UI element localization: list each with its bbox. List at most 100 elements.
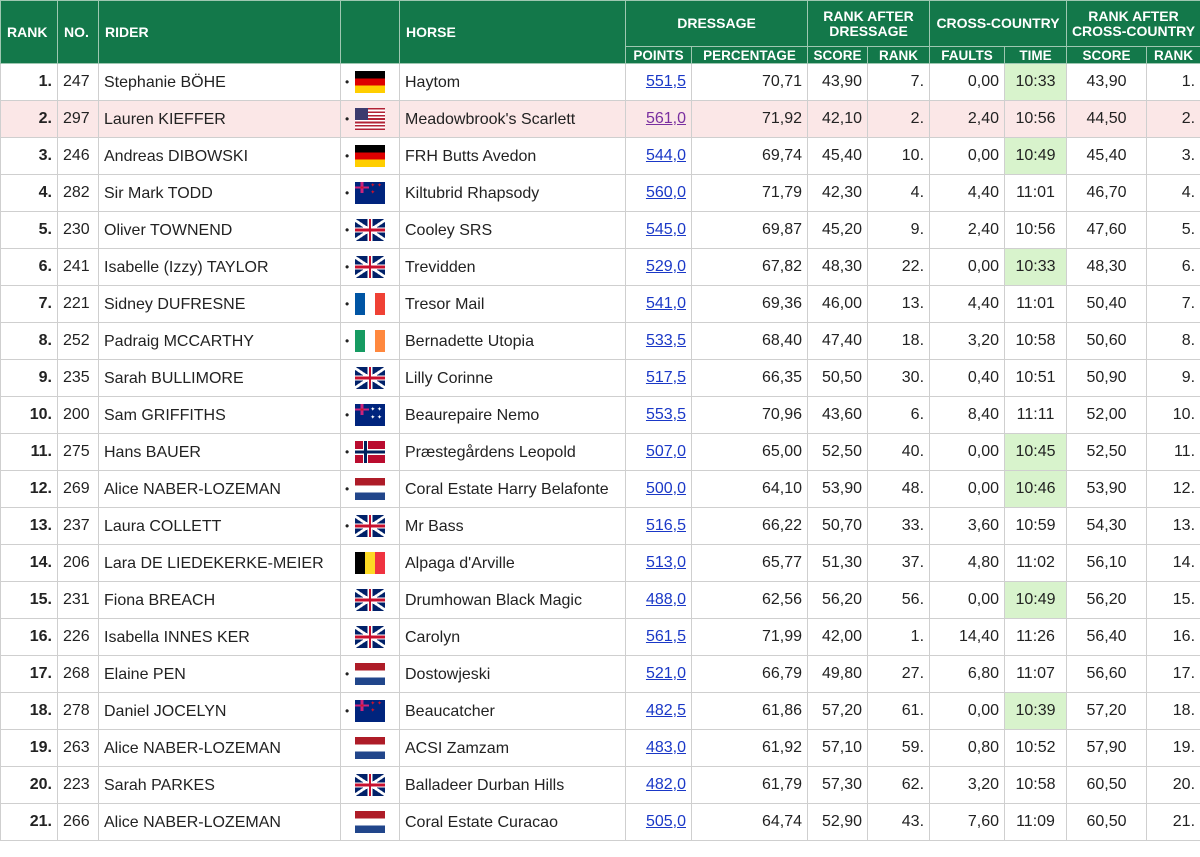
- horse-name-cell: Bernadette Utopia: [399, 322, 626, 360]
- table-row[interactable]: 5. 230 Oliver TOWNEND • Cooley SRS 545,0 69,87…: [0, 211, 1200, 249]
- rider-name-cell: Padraig MCCARTHY: [98, 322, 341, 360]
- table-row[interactable]: 4.282Sir Mark TODD•Kiltubrid Rhapsody560…: [0, 174, 1200, 212]
- dressage-points-link[interactable]: 560,0: [646, 184, 686, 201]
- xc-time-cell: 10:56: [1004, 211, 1068, 249]
- dressage-points-cell: 560,0: [625, 174, 692, 212]
- dressage-points-cell: 513,0: [625, 544, 692, 582]
- xc-rank-cell: 12.: [1146, 470, 1200, 508]
- dressage-points-link[interactable]: 500,0: [646, 480, 686, 497]
- xc-time-cell: 10:58: [1004, 766, 1068, 804]
- header-cross-country: CROSS-COUNTRY: [929, 0, 1068, 47]
- nation-cell: •: [340, 322, 400, 360]
- table-row[interactable]: 7. 221 Sidney DUFRESNE • Tresor Mail 541,0 69,…: [0, 285, 1200, 323]
- dressage-points-link[interactable]: 517,5: [646, 369, 686, 386]
- table-row[interactable]: 10.200Sam GRIFFITHS•Beaurepaire Nemo553,…: [0, 396, 1200, 434]
- table-row[interactable]: 8. 252 Padraig MCCARTHY • Bernadette Utopia 5…: [0, 322, 1200, 360]
- table-row[interactable]: 18.278Daniel JOCELYN•Beaucatcher482,561,…: [0, 692, 1200, 730]
- dressage-points-link[interactable]: 561,0: [646, 110, 686, 127]
- dressage-points-link[interactable]: 551,5: [646, 73, 686, 90]
- dressage-points-link[interactable]: 482,5: [646, 702, 686, 719]
- table-row[interactable]: 17. 268 Elaine PEN • Dostowjeski 521,0 66,79 49…: [0, 655, 1200, 693]
- xc-rank-cell: 5.: [1146, 211, 1200, 249]
- dressage-points-link[interactable]: 553,5: [646, 406, 686, 423]
- flag-nzl-icon: [355, 182, 385, 204]
- flag-gbr-icon: [355, 367, 385, 389]
- table-row[interactable]: 15. 231 Fiona BREACH Drumhowan Black Magic 4…: [0, 581, 1200, 619]
- xc-score-cell: 48,30: [1066, 248, 1148, 286]
- dressage-points-link[interactable]: 529,0: [646, 258, 686, 275]
- xc-faults-cell: 3,20: [929, 766, 1006, 804]
- dressage-rank-cell: 18.: [867, 322, 931, 360]
- xc-score-cell: 47,60: [1066, 211, 1148, 249]
- nation-cell: [340, 618, 400, 656]
- dressage-points-cell: 561,0: [625, 100, 692, 138]
- dressage-rank-cell: 2.: [867, 100, 931, 138]
- dressage-score-cell: 46,00: [807, 285, 869, 323]
- dressage-percentage-cell: 66,35: [690, 359, 809, 397]
- table-row[interactable]: 16. 226 Isabella INNES KER Carolyn 561,5 71,9…: [0, 618, 1200, 656]
- table-row[interactable]: 13. 237 Laura COLLETT • Mr Bass 516,5 66,22 50,…: [0, 507, 1200, 545]
- xc-faults-cell: 0,80: [929, 729, 1006, 767]
- table-row[interactable]: 3. 246 Andreas DIBOWSKI • FRH Butts Avedon 54…: [0, 137, 1200, 175]
- horse-name-cell: Drumhowan Black Magic: [399, 581, 626, 619]
- dressage-percentage-cell: 71,92: [690, 100, 809, 138]
- dressage-points-link[interactable]: 516,5: [646, 517, 686, 534]
- table-row[interactable]: 19. 263 Alice NABER-LOZEMAN ACSI Zamzam 483,…: [0, 729, 1200, 767]
- xc-time-cell: 10:33: [1004, 248, 1068, 286]
- nation-cell: •: [340, 470, 400, 508]
- rank-cell: 3.: [0, 137, 58, 175]
- dressage-points-link[interactable]: 545,0: [646, 221, 686, 238]
- xc-rank-cell: 2.: [1146, 100, 1200, 138]
- rank-cell: 15.: [0, 581, 58, 619]
- table-row[interactable]: 2. 297 Lauren KIEFFER • Meadowbrook's Scarle…: [0, 100, 1200, 138]
- rider-name-cell: Oliver TOWNEND: [98, 211, 341, 249]
- dressage-points-link[interactable]: 561,5: [646, 628, 686, 645]
- dressage-points-link[interactable]: 483,0: [646, 739, 686, 756]
- dressage-points-link[interactable]: 507,0: [646, 443, 686, 460]
- table-row[interactable]: 9. 235 Sarah BULLIMORE Lilly Corinne 517,5 66…: [0, 359, 1200, 397]
- dressage-points-link[interactable]: 521,0: [646, 665, 686, 682]
- dressage-points-link[interactable]: 488,0: [646, 591, 686, 608]
- dressage-score-cell: 49,80: [807, 655, 869, 693]
- bib-number-cell: 231: [57, 581, 99, 619]
- table-row[interactable]: 20. 223 Sarah PARKES Balladeer Durban Hills…: [0, 766, 1200, 804]
- rider-name-cell: Fiona BREACH: [98, 581, 341, 619]
- xc-faults-cell: 0,00: [929, 581, 1006, 619]
- dressage-rank-cell: 6.: [867, 396, 931, 434]
- table-row[interactable]: 11. 275 Hans BAUER • Præstegårdens Leopold 50…: [0, 433, 1200, 471]
- rider-name-cell: Sidney DUFRESNE: [98, 285, 341, 323]
- xc-faults-cell: 2,40: [929, 211, 1006, 249]
- bib-number-cell: 200: [57, 396, 99, 434]
- table-row[interactable]: 6. 241 Isabelle (Izzy) TAYLOR • Trevidden 529…: [0, 248, 1200, 286]
- nation-cell: [340, 544, 400, 582]
- dressage-score-cell: 43,90: [807, 63, 869, 101]
- dressage-points-link[interactable]: 533,5: [646, 332, 686, 349]
- dressage-points-cell: 517,5: [625, 359, 692, 397]
- dressage-points-link[interactable]: 541,0: [646, 295, 686, 312]
- bib-number-cell: 223: [57, 766, 99, 804]
- xc-rank-cell: 15.: [1146, 581, 1200, 619]
- dressage-points-cell: 541,0: [625, 285, 692, 323]
- rider-name-cell: Isabella INNES KER: [98, 618, 341, 656]
- table-row[interactable]: 1. 247 Stephanie BÖHE • Haytom 551,5 70,71 43,9…: [0, 63, 1200, 101]
- xc-faults-cell: 0,40: [929, 359, 1006, 397]
- dressage-percentage-cell: 62,56: [690, 581, 809, 619]
- dressage-points-link[interactable]: 482,0: [646, 776, 686, 793]
- table-row[interactable]: 12. 269 Alice NABER-LOZEMAN • Coral Estate H…: [0, 470, 1200, 508]
- xc-faults-cell: 7,60: [929, 803, 1006, 841]
- dressage-points-link[interactable]: 544,0: [646, 147, 686, 164]
- rider-name-cell: Sarah PARKES: [98, 766, 341, 804]
- dressage-points-link[interactable]: 505,0: [646, 813, 686, 830]
- dressage-percentage-cell: 66,22: [690, 507, 809, 545]
- dressage-points-link[interactable]: 513,0: [646, 554, 686, 571]
- horse-name-cell: Beaucatcher: [399, 692, 626, 730]
- table-row[interactable]: 14. 206 Lara DE LIEDEKERKE-MEIER Alpaga d'A…: [0, 544, 1200, 582]
- bullet-marker: •: [345, 186, 350, 200]
- table-row[interactable]: 21. 266 Alice NABER-LOZEMAN Coral Estate Cu…: [0, 803, 1200, 841]
- xc-rank-cell: 8.: [1146, 322, 1200, 360]
- dressage-percentage-cell: 69,74: [690, 137, 809, 175]
- nation-cell: •: [340, 137, 400, 175]
- xc-faults-cell: 4,80: [929, 544, 1006, 582]
- xc-score-cell: 54,30: [1066, 507, 1148, 545]
- xc-rank-cell: 4.: [1146, 174, 1200, 212]
